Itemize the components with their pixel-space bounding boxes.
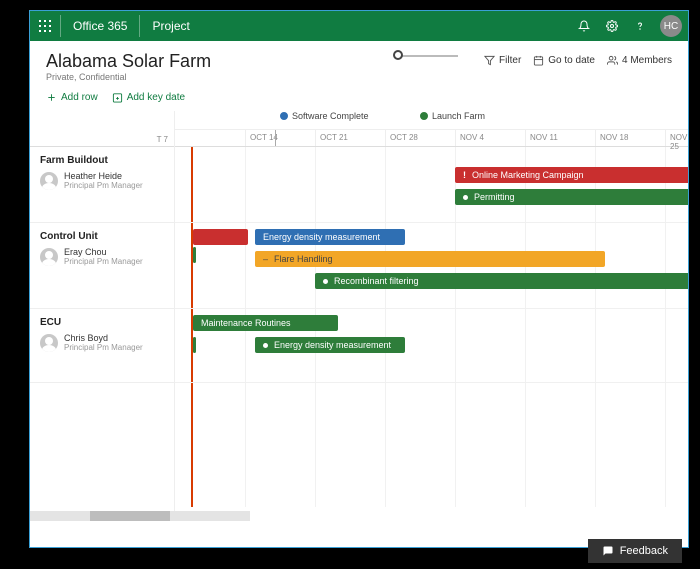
people-icon [607, 55, 618, 66]
project-subtitle: Private, Confidential [46, 72, 211, 82]
filter-icon [484, 55, 495, 66]
section-name: Control Unit [40, 231, 164, 242]
section-name: Farm Buildout [40, 155, 164, 166]
date-column-header: NOV 11 [525, 130, 558, 146]
date-column-header: OCT 28 [385, 130, 418, 146]
feedback-label: Feedback [620, 545, 668, 557]
milestone-row: Software Complete Launch Farm [175, 111, 688, 129]
add-row-label: Add row [61, 92, 98, 103]
milestone-marker-line [275, 130, 276, 146]
milestone-dot-icon [280, 112, 288, 120]
section-header[interactable]: Farm Buildout Heather HeidePrincipal Pm M… [30, 147, 174, 223]
owner-role: Principal Pm Manager [64, 344, 143, 353]
status-dot-icon [463, 195, 468, 200]
status-dot-icon [323, 279, 328, 284]
zoom-slider[interactable] [398, 55, 458, 57]
lane: Energy density measurement –Flare Handlin… [175, 223, 688, 309]
timeline-sidebar: T 7 Farm Buildout Heather HeidePrincipal … [30, 111, 175, 521]
task-bar[interactable]: Energy density measurement [255, 337, 405, 353]
notifications-icon[interactable] [570, 20, 598, 32]
goto-label: Go to date [548, 55, 595, 66]
feedback-button[interactable]: Feedback [588, 539, 682, 563]
date-column-header: NOV 18 [595, 130, 628, 146]
task-bar[interactable] [193, 337, 196, 353]
task-bar[interactable] [193, 247, 196, 263]
members-button[interactable]: 4 Members [607, 55, 672, 66]
section-header[interactable]: Control Unit Eray ChouPrincipal Pm Manage… [30, 223, 174, 309]
section-owner[interactable]: Heather HeidePrincipal Pm Manager [40, 172, 164, 191]
task-bar[interactable] [193, 229, 248, 245]
task-bar[interactable]: ! Online Marketing Campaign [455, 167, 688, 183]
task-label: Flare Handling [274, 254, 333, 264]
calendar-icon [533, 55, 544, 66]
section-owner[interactable]: Chris BoydPrincipal Pm Manager [40, 334, 164, 353]
plus-icon [46, 92, 57, 103]
chat-icon [602, 545, 614, 557]
add-key-date-button[interactable]: Add key date [112, 92, 185, 103]
top-ribbon: Office 365 Project HC [30, 11, 688, 41]
task-label: Permitting [474, 192, 515, 202]
title-bar: Alabama Solar Farm Private, Confidential… [30, 41, 688, 88]
task-label: Energy density measurement [263, 232, 380, 242]
app-window: Office 365 Project HC Alabama Solar Farm… [29, 10, 689, 548]
gear-icon[interactable] [598, 20, 626, 32]
members-label: 4 Members [622, 55, 672, 66]
task-label: Energy density measurement [274, 340, 391, 350]
avatar [40, 248, 58, 266]
timeline-grid[interactable]: Software Complete Launch Farm OCT 14 OCT 2… [175, 111, 688, 521]
goto-date-button[interactable]: Go to date [533, 55, 595, 66]
owner-role: Principal Pm Manager [64, 182, 143, 191]
calendar-plus-icon [112, 92, 123, 103]
project-title: Alabama Solar Farm [46, 51, 211, 72]
task-bar[interactable]: –Flare Handling [255, 251, 605, 267]
milestone[interactable]: Software Complete [280, 111, 369, 121]
sidebar-date-header: T 7 [30, 111, 174, 147]
horizontal-scrollbar[interactable] [30, 511, 250, 521]
task-bar[interactable]: Recombinant filtering [315, 273, 688, 289]
user-avatar[interactable]: HC [660, 15, 682, 37]
date-column-header: OCT 21 [315, 130, 348, 146]
section-header[interactable]: ECU Chris BoydPrincipal Pm Manager [30, 309, 174, 383]
owner-role: Principal Pm Manager [64, 258, 143, 267]
filter-label: Filter [499, 55, 521, 66]
lane: Maintenance Routines Energy density measu… [175, 309, 688, 383]
app-launcher-icon[interactable] [30, 20, 60, 32]
status-dot-icon [263, 343, 268, 348]
date-column-header: OCT 14 [245, 130, 278, 146]
add-row-button[interactable]: Add row [46, 92, 98, 103]
task-bar[interactable]: Energy density measurement [255, 229, 405, 245]
task-label: Recombinant filtering [334, 276, 419, 286]
section-name: ECU [40, 317, 164, 328]
avatar [40, 334, 58, 352]
date-column-header: NOV 4 [455, 130, 484, 146]
timeline: T 7 Farm Buildout Heather HeidePrincipal … [30, 111, 688, 521]
task-label: Maintenance Routines [201, 318, 291, 328]
milestone[interactable]: Launch Farm [420, 111, 485, 121]
date-header-row: OCT 14 OCT 21 OCT 28 NOV 4 NOV 11 NOV 18 NOV 2… [175, 129, 688, 147]
dash-icon: – [263, 254, 268, 264]
lanes: ! Online Marketing Campaign Permitting Ener… [175, 147, 688, 507]
milestone-dot-icon [420, 112, 428, 120]
command-row: Add row Add key date [30, 88, 688, 111]
filter-button[interactable]: Filter [484, 55, 521, 66]
task-bar[interactable]: Maintenance Routines [193, 315, 338, 331]
app-label[interactable]: Project [140, 19, 201, 33]
task-bar[interactable]: Permitting [455, 189, 688, 205]
task-label: Online Marketing Campaign [472, 170, 584, 180]
brand-label[interactable]: Office 365 [61, 19, 139, 33]
milestone-label: Launch Farm [432, 111, 485, 121]
alert-icon: ! [463, 170, 466, 180]
help-icon[interactable] [626, 20, 654, 32]
milestone-label: Software Complete [292, 111, 369, 121]
avatar [40, 172, 58, 190]
add-key-date-label: Add key date [127, 92, 185, 103]
lane: ! Online Marketing Campaign Permitting [175, 147, 688, 223]
date-column-header: NOV 25 [665, 130, 688, 146]
section-owner[interactable]: Eray ChouPrincipal Pm Manager [40, 248, 164, 267]
